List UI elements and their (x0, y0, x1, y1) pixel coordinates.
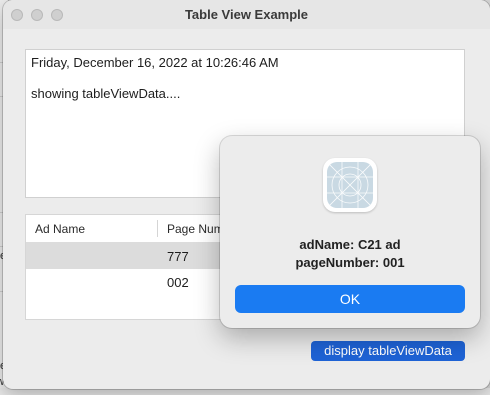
column-divider[interactable] (157, 220, 158, 237)
background-window-bottom (0, 388, 490, 395)
app-placeholder-icon (323, 158, 377, 212)
display-table-data-button[interactable]: display tableViewData (311, 341, 465, 361)
ok-button[interactable]: OK (235, 285, 465, 313)
title-bar[interactable]: Table View Example (3, 0, 490, 29)
cell-page-number: 777 (167, 249, 189, 264)
text-line-timestamp: Friday, December 16, 2022 at 10:26:46 AM (31, 55, 279, 70)
text-line-status: showing tableViewData.... (31, 86, 181, 101)
alert-message-page-number: pageNumber: 001 (295, 255, 405, 270)
column-header-ad-name[interactable]: Ad Name (35, 222, 85, 236)
alert-dialog: adName: C21 ad pageNumber: 001 OK (220, 136, 480, 328)
column-header-page-number[interactable]: Page Num (167, 222, 224, 236)
window-title: Table View Example (184, 7, 309, 22)
alert-message-ad-name: adName: C21 ad (299, 237, 401, 252)
cell-page-number: 002 (167, 275, 189, 290)
